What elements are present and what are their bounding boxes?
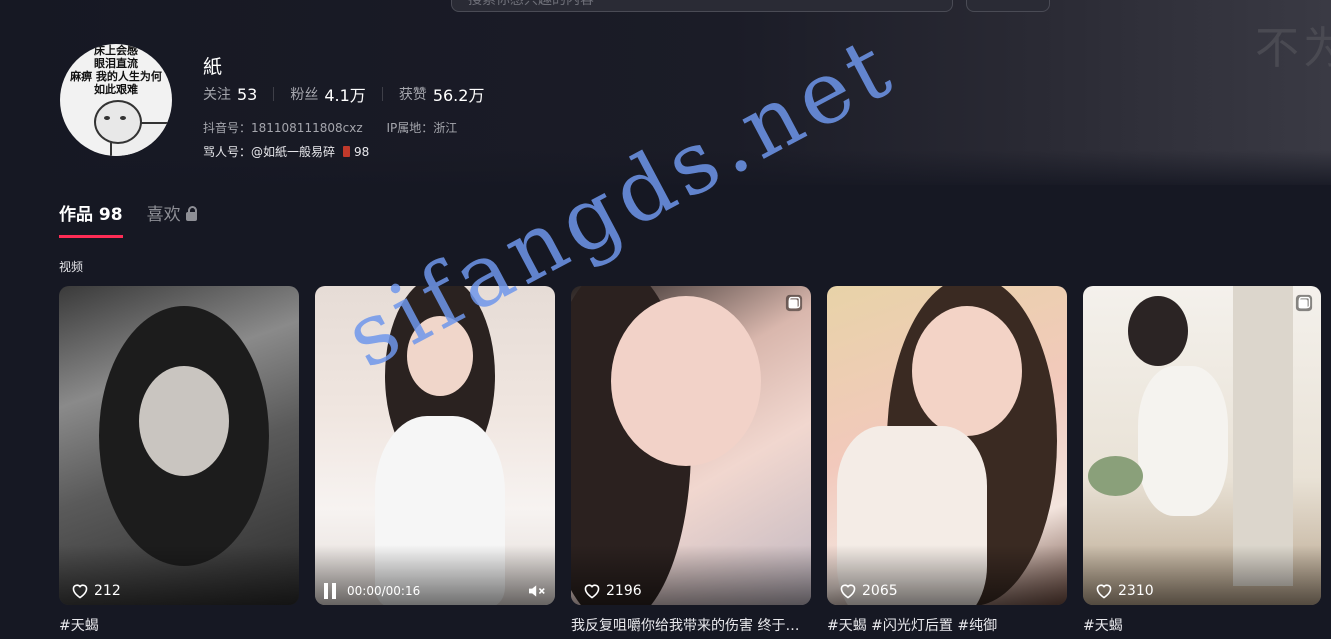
banner-fade: [0, 150, 1331, 190]
like-count-value: 2196: [606, 583, 642, 599]
followers-label[interactable]: 粉丝: [290, 84, 318, 104]
like-count: 2310: [1095, 583, 1154, 599]
brick-icon: [343, 146, 351, 157]
lock-icon: [185, 206, 197, 221]
like-count: 2196: [583, 583, 642, 599]
video-caption[interactable]: #天蝎: [1083, 615, 1315, 635]
pause-icon[interactable]: [323, 583, 337, 599]
card-photo-mirror: [1233, 286, 1293, 586]
card-photo-face: [407, 316, 473, 396]
avatar-line: 麻痹 我的人生为何: [70, 70, 162, 83]
image-set-icon: [1295, 294, 1313, 312]
avatar-line: 床上会感: [94, 44, 138, 57]
video-time: 00:00/00:16: [347, 584, 421, 598]
profile-stats: 关注 53 粉丝 4.1万 获赞 56.2万: [203, 82, 484, 106]
video-caption[interactable]: #天蝎: [59, 615, 291, 635]
stat-divider: [381, 87, 383, 101]
video-card[interactable]: 212: [59, 286, 299, 605]
video-card[interactable]: 00:00/00:16: [315, 286, 555, 605]
ip-location: IP属地：浙江: [386, 121, 458, 135]
following-count[interactable]: 53: [237, 85, 257, 104]
like-count-value: 2065: [862, 583, 898, 599]
tab-likes-label: 喜欢: [146, 205, 181, 225]
douyin-id: 抖音号：181108111808cxz: [203, 121, 363, 135]
card-photo-face: [611, 296, 761, 466]
video-card[interactable]: 2065: [827, 286, 1067, 605]
heart-icon: [584, 584, 600, 599]
tab-works[interactable]: 作品 98: [59, 200, 123, 238]
likes-count: 56.2万: [432, 86, 485, 105]
profile-meta: 抖音号：181108111808cxz IP属地：浙江: [203, 119, 457, 136]
profile-name: 紙: [203, 56, 223, 78]
avatar-meme-text: 床上会感 眼泪直流 麻痹 我的人生为何 如此艰难: [60, 44, 172, 96]
heart-icon: [1096, 584, 1112, 599]
likes-label: 获赞: [398, 87, 427, 103]
section-label: 视频: [59, 260, 84, 274]
video-controls: 00:00/00:16: [323, 583, 547, 599]
search-input[interactable]: 搜索你感兴趣的内容: [451, 0, 953, 12]
video-caption[interactable]: #天蝎 #闪光灯后置 #纯御: [827, 615, 1059, 635]
like-count: 212: [71, 583, 121, 599]
byline-text[interactable]: 骂人号：@如紙一般易碎: [203, 143, 335, 160]
like-count-value: 212: [94, 583, 121, 599]
avatar-drawing-face: [94, 100, 142, 144]
search-placeholder: 搜索你感兴趣的内容: [468, 0, 594, 8]
image-set-icon: [785, 294, 803, 312]
heart-icon: [840, 584, 856, 599]
mute-icon[interactable]: [527, 583, 547, 599]
following-label[interactable]: 关注: [203, 84, 231, 104]
video-caption[interactable]: 我反复咀嚼你给我带来的伤害 终于…: [571, 615, 803, 635]
avatar-line: 眼泪直流: [94, 57, 138, 70]
byline-count: 98: [354, 144, 370, 159]
card-photo: [1128, 296, 1188, 366]
card-photo-face: [912, 306, 1022, 436]
like-count: 2065: [839, 583, 898, 599]
video-card[interactable]: 2310: [1083, 286, 1321, 605]
card-photo-person: [1138, 366, 1228, 516]
card-photo-toy: [1088, 456, 1143, 496]
like-count-value: 2310: [1118, 583, 1154, 599]
heart-icon: [72, 584, 88, 599]
tab-likes[interactable]: 喜欢: [147, 200, 197, 225]
tab-works-label: 作品 98: [59, 205, 123, 225]
video-card[interactable]: 2196: [571, 286, 811, 605]
avatar-line: 如此艰难: [94, 83, 138, 96]
card-photo-face: [139, 366, 229, 476]
followers-count[interactable]: 4.1万: [324, 82, 365, 106]
search-button[interactable]: [966, 0, 1050, 12]
profile-byline: 骂人号：@如紙一般易碎 98: [203, 143, 369, 160]
banner-text: 不为: [1255, 23, 1331, 74]
avatar[interactable]: 床上会感 眼泪直流 麻痹 我的人生为何 如此艰难: [60, 44, 172, 156]
profile-tabs: 作品 98 喜欢: [59, 200, 221, 238]
stat-divider: [273, 87, 275, 101]
